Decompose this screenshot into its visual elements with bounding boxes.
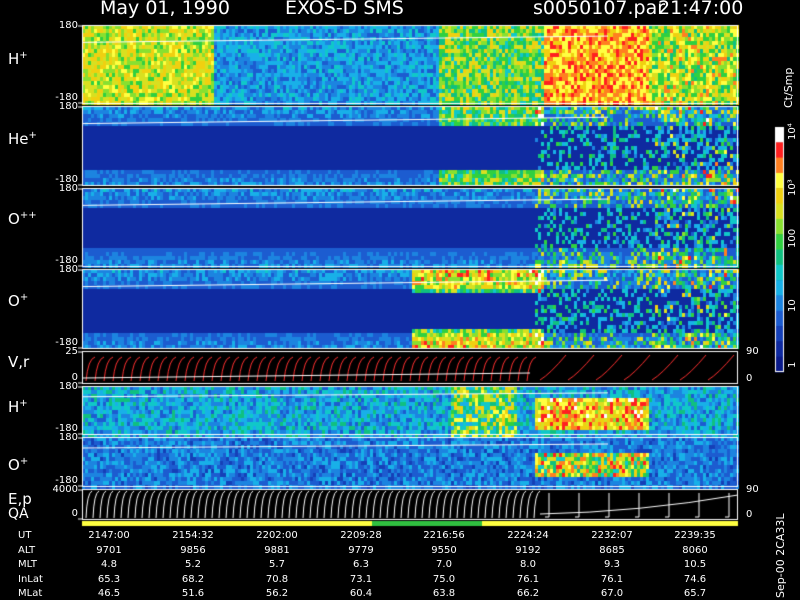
colorbar-tick: 10⁴ (787, 123, 798, 140)
ephemeris-cell: 65.7 (683, 588, 707, 599)
ephemeris-cell: 2239:35 (674, 530, 716, 541)
y-tick-max: 180 (58, 101, 78, 112)
colorbar-tick: 10 (787, 299, 798, 312)
footer-note: Sep-00 2CA33L (774, 513, 787, 598)
ephemeris-cell: 9192 (515, 544, 541, 556)
ephemeris-cell: 2202:00 (256, 530, 298, 541)
ephemeris-row-label: MLT (18, 559, 37, 570)
header-date: May 01, 1990 (100, 0, 230, 19)
header-time: 21:47:00 (658, 0, 744, 19)
y-tick-min: 0 (71, 508, 78, 519)
ephemeris-cell: 60.4 (349, 588, 373, 599)
panel-label: H+ (8, 398, 28, 416)
ephemeris-cell: 9856 (180, 544, 206, 556)
panel-label: O++ (8, 210, 37, 228)
ephemeris-cell: 63.8 (432, 588, 456, 599)
ephemeris-cell: 2147:00 (88, 530, 130, 541)
colorbar-tick: 100 (787, 228, 798, 248)
colorbar-tick: 10³ (787, 179, 798, 196)
panel-label: H+ (8, 50, 28, 68)
ephemeris-cell: 76.1 (516, 573, 540, 585)
ephemeris-cell: 2224:24 (507, 530, 549, 541)
ephemeris-cell: 6.3 (353, 559, 369, 570)
right-tick-max: 90 (746, 346, 759, 357)
qa-label: QA (8, 506, 29, 522)
ephemeris-cell: 9.3 (604, 559, 620, 570)
ephemeris-cell: 9779 (348, 544, 374, 556)
ephemeris-cell: 2209:28 (340, 530, 382, 541)
right-tick-min: 0 (746, 509, 753, 520)
ephemeris-cell: 65.3 (97, 573, 121, 585)
header-instrument: EXOS-D SMS (285, 0, 404, 19)
ephemeris-cell: 5.2 (185, 559, 201, 570)
panel-label: O+ (8, 292, 29, 310)
y-tick-max: 25 (65, 346, 78, 357)
ephemeris-cell: 10.5 (683, 559, 707, 570)
ephemeris-cell: 56.2 (265, 588, 289, 599)
ephemeris-cell: 9881 (264, 544, 290, 556)
ephemeris-cell: 74.6 (683, 573, 707, 585)
ephemeris-cell: 51.6 (181, 588, 205, 599)
ephemeris-cell: 2154:32 (172, 530, 214, 541)
y-tick-max: 180 (58, 381, 78, 392)
y-tick-max: 180 (58, 20, 78, 31)
ephemeris-cell: 9550 (431, 544, 457, 556)
ephemeris-cell: 8060 (682, 544, 708, 556)
ephemeris-cell: 9701 (96, 544, 122, 556)
right-tick-min: 0 (746, 373, 753, 384)
ephemeris-cell: 75.0 (432, 573, 456, 585)
panel-label: V,r (8, 353, 30, 371)
ephemeris-row-label: InLat (18, 573, 43, 585)
panel-label: O+ (8, 456, 29, 474)
ephemeris-cell: 70.8 (265, 573, 289, 585)
ephemeris-cell: 2216:56 (423, 530, 465, 541)
y-tick-max: 180 (58, 432, 78, 443)
ephemeris-cell: 76.1 (600, 573, 624, 585)
colorbar-tick: 1 (787, 361, 798, 368)
panel-label: He+ (8, 130, 37, 148)
colorbar-unit: Ct/Smp (782, 67, 795, 108)
ephemeris-cell: 7.0 (436, 559, 452, 570)
ephemeris-row-label: UT (18, 530, 32, 541)
ephemeris-row-label: MLat (18, 588, 43, 599)
ephemeris-row-label: ALT (18, 544, 36, 556)
ephemeris-cell: 4.8 (101, 559, 117, 570)
ephemeris-cell: 68.2 (181, 573, 205, 585)
ephemeris-cell: 66.2 (516, 588, 540, 599)
y-tick-max: 180 (58, 183, 78, 194)
header-file: s0050107.par (533, 0, 666, 19)
y-tick-max: 180 (58, 264, 78, 275)
ephemeris-cell: 46.5 (97, 588, 121, 599)
right-tick-max: 90 (746, 484, 759, 495)
ephemeris-cell: 2232:07 (591, 530, 633, 541)
y-tick-max: 4000 (52, 484, 78, 495)
ephemeris-cell: 8685 (599, 544, 625, 556)
spectrogram-canvas (0, 0, 800, 600)
ephemeris-cell: 67.0 (600, 588, 624, 599)
ephemeris-cell: 73.1 (349, 573, 373, 585)
ephemeris-cell: 5.7 (269, 559, 285, 570)
ephemeris-cell: 8.0 (520, 559, 536, 570)
